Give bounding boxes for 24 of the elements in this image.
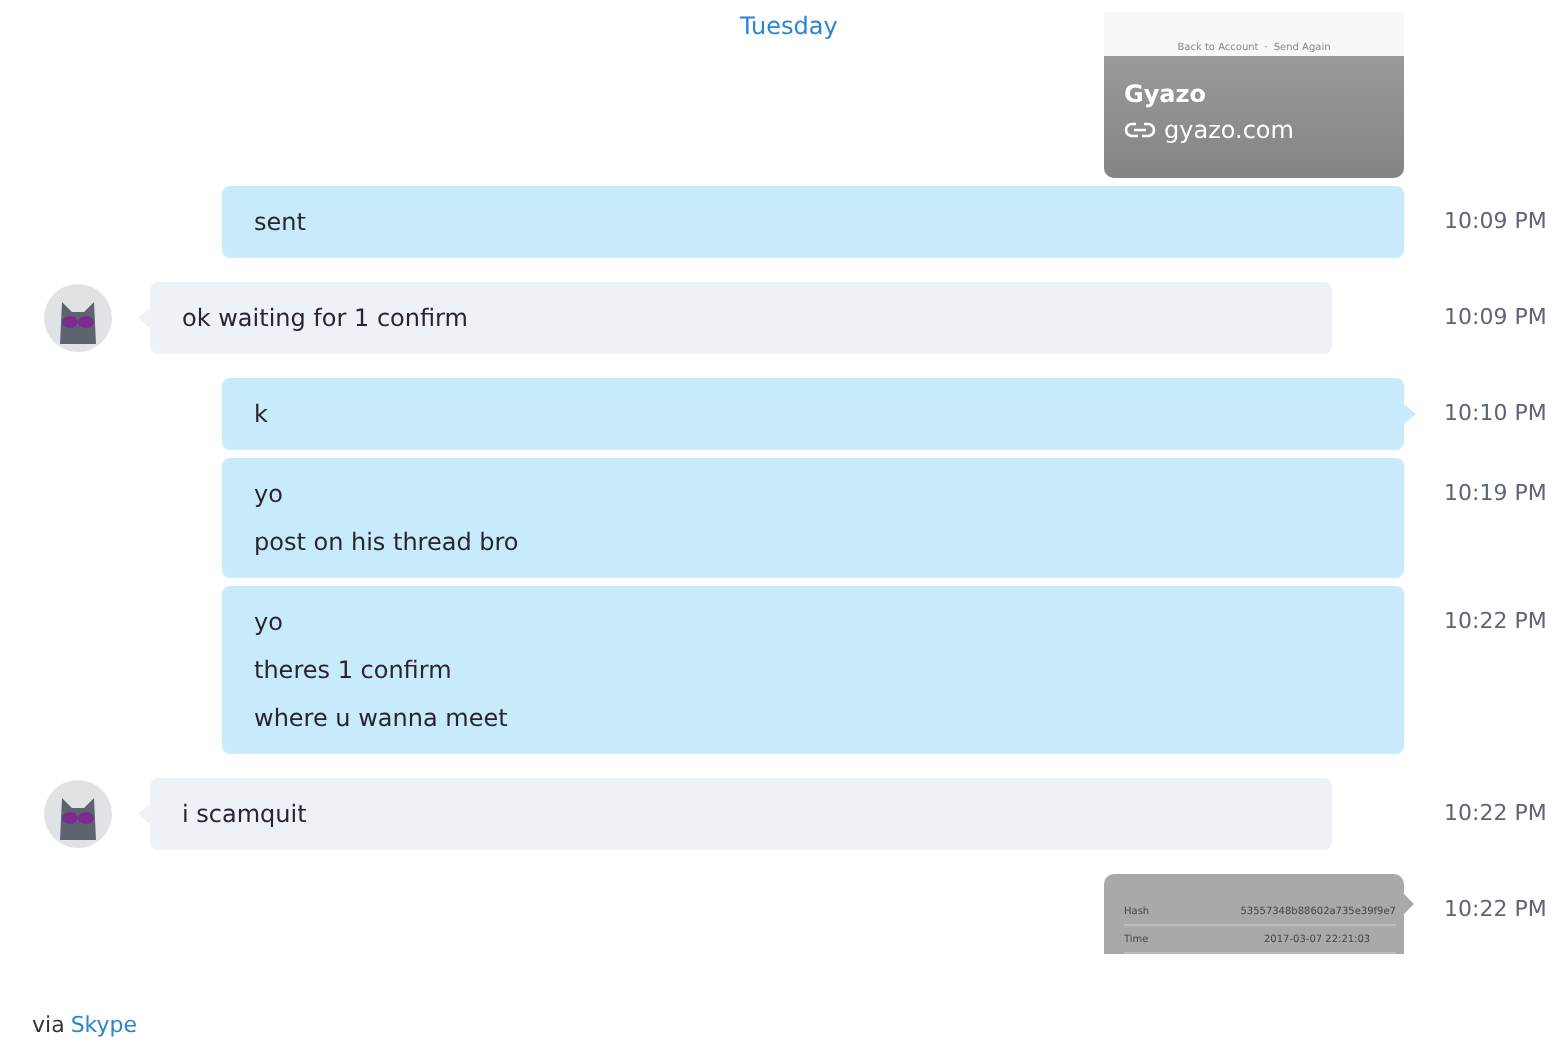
- message-time: 10:22 PM: [1444, 606, 1549, 638]
- message-time: 10:10 PM: [1444, 398, 1549, 430]
- message-time: 10:19 PM: [1444, 478, 1549, 510]
- message-time: 10:22 PM: [1444, 798, 1549, 830]
- message-time: 10:09 PM: [1444, 206, 1549, 238]
- link-icon: [1124, 120, 1156, 140]
- preview-link[interactable]: gyazo.com: [1164, 112, 1294, 148]
- message-text: k: [254, 398, 270, 432]
- footer-text: via: [32, 1012, 65, 1040]
- message-time: 10:09 PM: [1444, 302, 1549, 334]
- message-time: 10:22 PM: [1444, 894, 1549, 926]
- message-text: sent: [254, 206, 308, 240]
- message-text: yo: [254, 606, 285, 640]
- avatar-icon: [44, 780, 112, 848]
- avatar-icon: [44, 284, 112, 352]
- date-divider: Tuesday: [740, 12, 838, 40]
- message-text: theres 1 confirm: [254, 654, 454, 688]
- skype-link[interactable]: Skype: [70, 1012, 138, 1040]
- message-text: i scamquit: [182, 798, 309, 832]
- preview-title: Gyazo: [1124, 78, 1208, 112]
- message-text: yo: [254, 478, 285, 512]
- message-text: ok waiting for 1 confirm: [182, 302, 470, 336]
- message-text: post on his thread bro: [254, 526, 521, 560]
- message-text: where u wanna meet: [254, 702, 510, 736]
